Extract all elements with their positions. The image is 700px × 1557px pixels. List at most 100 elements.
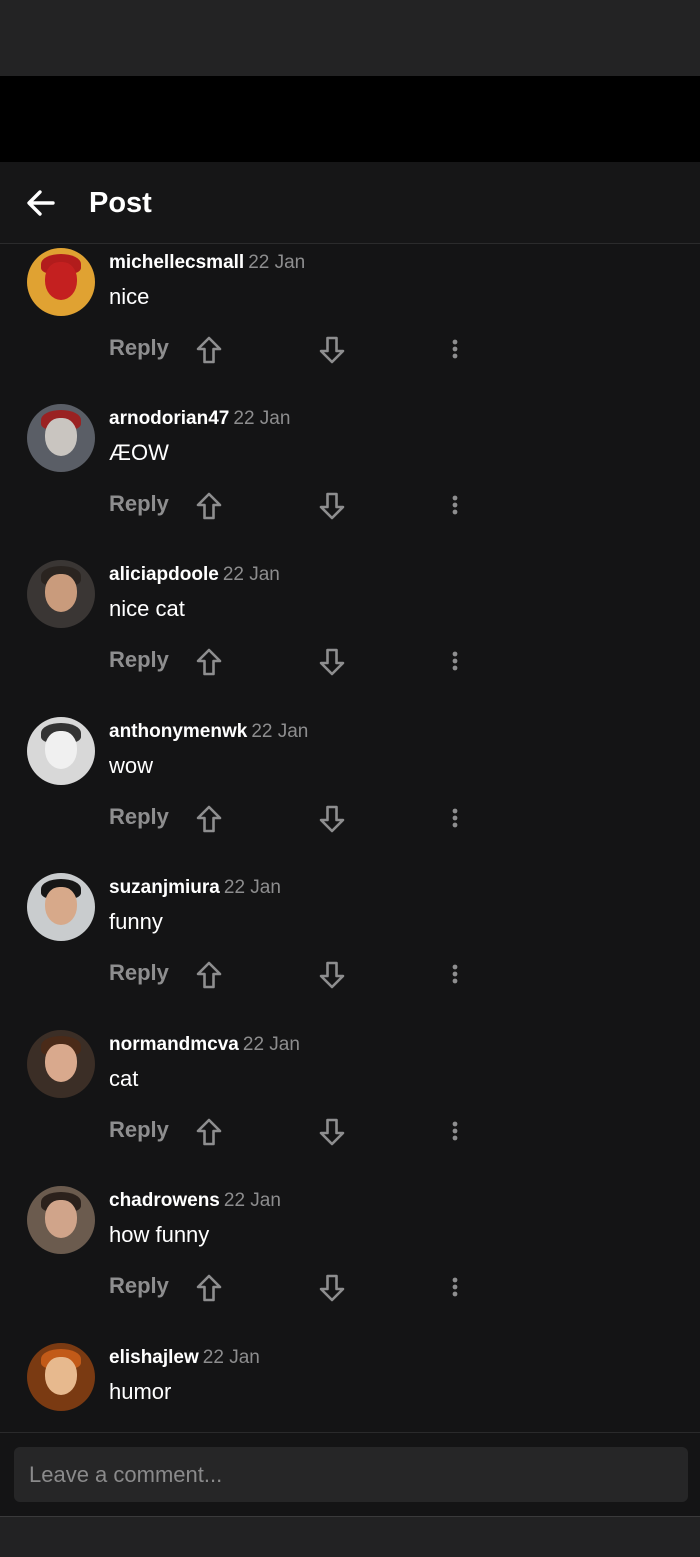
comment-username[interactable]: elishajlew: [109, 1347, 199, 1368]
arrow-up-icon: [196, 1274, 222, 1302]
comment-item: aliciapdoole 22 Jan nice cat Reply: [0, 556, 700, 712]
upvote-button[interactable]: [193, 1272, 225, 1304]
reply-button[interactable]: Reply: [109, 804, 169, 830]
comment-meta: elishajlew 22 Jan: [109, 1347, 260, 1371]
avatar[interactable]: [27, 873, 95, 941]
top-banner-area: [0, 76, 700, 162]
comment-meta: suzanjmiura 22 Jan: [109, 877, 281, 901]
reply-button[interactable]: Reply: [109, 1117, 169, 1143]
comment-date: 22 Jan: [202, 1347, 260, 1368]
comment-username[interactable]: aliciapdoole: [109, 564, 219, 585]
comment-text: nice: [109, 284, 150, 309]
comment-item: chadrowens 22 Jan how funny Reply: [0, 1182, 700, 1338]
arrow-up-icon: [196, 961, 222, 989]
comment-text: funny: [109, 909, 163, 934]
upvote-button[interactable]: [193, 803, 225, 835]
arrow-up-icon: [196, 805, 222, 833]
status-bar: [0, 0, 700, 76]
downvote-button[interactable]: [316, 1116, 348, 1148]
comment-text: how funny: [109, 1222, 210, 1247]
downvote-button[interactable]: [316, 959, 348, 991]
comment-text: nice cat: [109, 596, 185, 621]
comment-username[interactable]: normandmcva: [109, 1034, 239, 1055]
comment-item: normandmcva 22 Jan cat Reply: [0, 1026, 700, 1182]
upvote-button[interactable]: [193, 490, 225, 522]
comment-username[interactable]: suzanjmiura: [109, 877, 220, 898]
more-options-button[interactable]: [441, 1116, 469, 1148]
more-vertical-icon: [452, 651, 458, 671]
comment-date: 22 Jan: [248, 252, 306, 273]
more-options-button[interactable]: [441, 646, 469, 678]
page-title: Post: [89, 187, 152, 219]
comment-username[interactable]: chadrowens: [109, 1190, 220, 1211]
upvote-button[interactable]: [193, 959, 225, 991]
downvote-button[interactable]: [316, 803, 348, 835]
avatar[interactable]: [27, 404, 95, 472]
more-vertical-icon: [452, 1277, 458, 1297]
upvote-button[interactable]: [193, 1116, 225, 1148]
app-header: Post: [0, 162, 700, 244]
upvote-button[interactable]: [193, 334, 225, 366]
more-options-button[interactable]: [441, 334, 469, 366]
arrow-up-icon: [196, 492, 222, 520]
upvote-button[interactable]: [193, 646, 225, 678]
arrow-down-icon: [319, 805, 345, 833]
arrow-up-icon: [196, 648, 222, 676]
avatar[interactable]: [27, 717, 95, 785]
reply-button[interactable]: Reply: [109, 960, 169, 986]
arrow-down-icon: [319, 492, 345, 520]
more-options-button[interactable]: [441, 490, 469, 522]
reply-button[interactable]: Reply: [109, 335, 169, 361]
downvote-button[interactable]: [316, 1272, 348, 1304]
comment-text: ÆOW: [109, 440, 169, 465]
comment-date: 22 Jan: [223, 1190, 281, 1211]
more-options-button[interactable]: [441, 803, 469, 835]
comment-meta: anthonymenwk 22 Jan: [109, 721, 308, 745]
reply-button[interactable]: Reply: [109, 647, 169, 673]
reply-button[interactable]: Reply: [109, 491, 169, 517]
comment-input[interactable]: [14, 1447, 688, 1502]
more-vertical-icon: [452, 808, 458, 828]
more-vertical-icon: [452, 964, 458, 984]
avatar[interactable]: [27, 560, 95, 628]
arrow-down-icon: [319, 336, 345, 364]
back-button[interactable]: [22, 184, 60, 222]
downvote-button[interactable]: [316, 490, 348, 522]
comment-meta: aliciapdoole 22 Jan: [109, 564, 280, 588]
more-vertical-icon: [452, 495, 458, 515]
comment-username[interactable]: arnodorian47: [109, 408, 229, 429]
comment-date: 22 Jan: [222, 564, 280, 585]
more-options-button[interactable]: [441, 959, 469, 991]
avatar[interactable]: [27, 1186, 95, 1254]
comment-meta: arnodorian47 22 Jan: [109, 408, 290, 432]
reply-button[interactable]: Reply: [109, 1273, 169, 1299]
comment-item: michellecsmall 22 Jan nice Reply: [0, 244, 700, 400]
comment-item: anthonymenwk 22 Jan wow Reply: [0, 713, 700, 869]
arrow-down-icon: [319, 1118, 345, 1146]
arrow-up-icon: [196, 1118, 222, 1146]
comment-composer: [0, 1432, 700, 1517]
comment-item: suzanjmiura 22 Jan funny Reply: [0, 869, 700, 1025]
bottom-navigation-bar: [0, 1516, 700, 1557]
comment-text: cat: [109, 1066, 139, 1091]
arrow-left-icon: [27, 190, 55, 216]
comment-date: 22 Jan: [242, 1034, 300, 1055]
avatar[interactable]: [27, 248, 95, 316]
avatar[interactable]: [27, 1030, 95, 1098]
comment-item: arnodorian47 22 Jan ÆOW Reply: [0, 400, 700, 556]
downvote-button[interactable]: [316, 646, 348, 678]
comment-date: 22 Jan: [233, 408, 291, 429]
comment-meta: normandmcva 22 Jan: [109, 1034, 300, 1058]
comment-text: wow: [109, 753, 154, 778]
more-vertical-icon: [452, 339, 458, 359]
downvote-button[interactable]: [316, 334, 348, 366]
arrow-down-icon: [319, 961, 345, 989]
more-vertical-icon: [452, 1121, 458, 1141]
comment-username[interactable]: michellecsmall: [109, 252, 244, 273]
comment-text: humor: [109, 1379, 172, 1404]
comment-date: 22 Jan: [223, 877, 281, 898]
avatar[interactable]: [27, 1343, 95, 1411]
more-options-button[interactable]: [441, 1272, 469, 1304]
comment-username[interactable]: anthonymenwk: [109, 721, 247, 742]
comment-meta: chadrowens 22 Jan: [109, 1190, 281, 1214]
